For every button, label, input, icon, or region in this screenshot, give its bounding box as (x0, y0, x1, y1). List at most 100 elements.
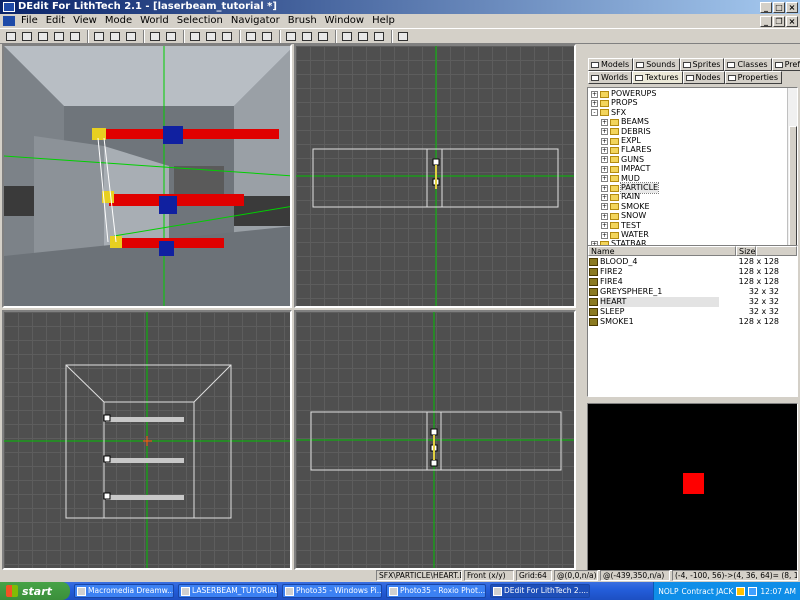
tray-network-icon[interactable] (748, 586, 758, 596)
toolbar-print-icon[interactable] (52, 30, 66, 43)
dedit-app: DEdit For LithTech 2.1 - [laserbeam_tuto… (0, 0, 800, 600)
tray-app-icon[interactable] (736, 586, 746, 596)
menu-help[interactable]: Help (368, 14, 399, 28)
document-icon[interactable] (3, 16, 15, 26)
taskbar-item[interactable]: LASERBEAM_TUTORIAL (178, 584, 278, 598)
col-name-header[interactable]: Name (588, 246, 736, 256)
tab-properties[interactable]: Properties (724, 71, 783, 84)
texture-row[interactable]: SLEEP 32 x 32 (589, 307, 779, 317)
texture-size: 128 x 128 (738, 257, 779, 266)
texture-icon (589, 278, 598, 286)
minimize-button[interactable]: _ (760, 1, 772, 13)
mdi-minimize-button[interactable]: _ (760, 15, 772, 27)
tab-sounds[interactable]: Sounds (633, 58, 680, 71)
expand-toggle[interactable]: + (601, 137, 608, 145)
expand-toggle[interactable]: + (601, 231, 608, 239)
toolbar-copy-icon[interactable] (148, 30, 162, 43)
status-cursor: @(-439,350,n/a) (600, 570, 670, 581)
tray-contract[interactable]: Contract JACK (682, 587, 734, 596)
taskbar-item[interactable]: Photo35 - Roxio Phot... (386, 584, 486, 598)
maximize-button[interactable]: □ (773, 1, 785, 13)
menu-selection[interactable]: Selection (173, 14, 227, 28)
texture-row[interactable]: FIRE2 128 x 128 (589, 267, 779, 277)
texture-list[interactable]: Name Size BLOOD_4 128 x 128 FIRE2 128 x 128… (587, 245, 798, 397)
toolbar-undo-icon[interactable] (92, 30, 106, 43)
scroll-thumb[interactable] (789, 126, 797, 256)
menu-file[interactable]: File (17, 14, 42, 28)
toolbar-light-icon[interactable] (356, 30, 370, 43)
col-size-header[interactable]: Size (736, 246, 756, 256)
tab-nodes[interactable]: Nodes (682, 71, 725, 84)
texture-row[interactable]: FIRE4 128 x 128 (589, 277, 779, 287)
expand-toggle[interactable]: + (601, 165, 608, 173)
expand-toggle[interactable]: + (601, 118, 608, 126)
menu-window[interactable]: Window (321, 14, 368, 28)
texture-name: SMOKE1 (600, 317, 634, 326)
front-view-scene (296, 312, 574, 568)
viewport-side[interactable] (2, 310, 292, 570)
close-button[interactable]: × (786, 1, 798, 13)
taskbar-item[interactable]: DEdit For LithTech 2.... (490, 584, 590, 598)
toolbar-tool21-icon[interactable] (396, 30, 410, 43)
toolbar-new-icon[interactable] (4, 30, 18, 43)
tab-worlds[interactable]: Worlds (588, 71, 633, 84)
expand-toggle[interactable]: + (601, 175, 608, 183)
tab-textures[interactable]: Textures (632, 71, 683, 84)
expand-toggle[interactable]: + (601, 156, 608, 164)
toolbar-grid-icon[interactable] (300, 30, 314, 43)
mdi-close-button[interactable]: × (786, 15, 798, 27)
tab-sprites[interactable]: Sprites (679, 58, 725, 71)
menu-world[interactable]: World (136, 14, 173, 28)
texture-row[interactable]: SMOKE1 128 x 128 (589, 317, 779, 327)
status-view: Front (x/y) (464, 570, 514, 581)
taskbar-item[interactable]: Macromedia Dreamw... (74, 584, 174, 598)
toolbar-scale-icon[interactable] (244, 30, 258, 43)
expand-toggle[interactable]: + (601, 222, 608, 230)
toolbar-ruler-icon[interactable] (316, 30, 330, 43)
menu-view[interactable]: View (69, 14, 101, 28)
tab-row-upper: Models Sounds Sprites Classes Prefabs (588, 58, 800, 71)
expand-toggle[interactable]: + (601, 212, 608, 220)
tab-classes[interactable]: Classes (724, 58, 772, 71)
menu-edit[interactable]: Edit (42, 14, 69, 28)
title-bar[interactable]: DEdit For LithTech 2.1 - [laserbeam_tuto… (0, 0, 800, 14)
toolbar-brush-icon[interactable] (188, 30, 202, 43)
texture-row[interactable]: GREYSPHERE_1 32 x 32 (589, 287, 779, 297)
texture-icon (589, 298, 598, 306)
menu-brush[interactable]: Brush (284, 14, 321, 28)
expand-toggle[interactable]: + (591, 99, 598, 107)
toolbar-preview-icon[interactable] (68, 30, 82, 43)
start-button[interactable]: start (0, 582, 70, 600)
expand-toggle[interactable]: + (601, 146, 608, 154)
expand-toggle[interactable]: + (601, 184, 608, 192)
toolbar-open-icon[interactable] (20, 30, 34, 43)
tab-prefabs[interactable]: Prefabs (771, 58, 800, 71)
texture-row[interactable]: BLOOD_4 128 x 128 (589, 257, 779, 267)
toolbar-move-icon[interactable] (204, 30, 218, 43)
expand-toggle[interactable]: + (601, 193, 608, 201)
toolbar-rotate-icon[interactable] (220, 30, 234, 43)
expand-toggle[interactable]: - (591, 109, 598, 117)
toolbar-snap-icon[interactable] (340, 30, 354, 43)
toolbar-save-icon[interactable] (36, 30, 50, 43)
expand-toggle[interactable]: + (601, 128, 608, 136)
toolbar-camera-icon[interactable] (284, 30, 298, 43)
viewport-front[interactable] (294, 310, 576, 570)
toolbar-redo-icon[interactable] (108, 30, 122, 43)
tab-models[interactable]: Models (588, 58, 634, 71)
texture-row[interactable]: HEART 32 x 32 (589, 297, 779, 307)
viewport-top[interactable] (294, 44, 576, 308)
menu-navigator[interactable]: Navigator (227, 14, 284, 28)
tab-label: Prefabs (784, 60, 800, 69)
toolbar-cut-icon[interactable] (124, 30, 138, 43)
expand-toggle[interactable]: + (601, 203, 608, 211)
toolbar-tool20-icon[interactable] (372, 30, 386, 43)
menu-mode[interactable]: Mode (101, 14, 136, 28)
viewport-perspective[interactable] (2, 44, 292, 308)
toolbar-select-icon[interactable] (260, 30, 274, 43)
toolbar-paste-icon[interactable] (164, 30, 178, 43)
mdi-restore-button[interactable]: ❐ (773, 15, 785, 27)
tray-nolp[interactable]: NOLP (658, 587, 678, 596)
taskbar-item[interactable]: Photo35 - Windows Pi... (282, 584, 382, 598)
expand-toggle[interactable]: + (591, 90, 598, 98)
